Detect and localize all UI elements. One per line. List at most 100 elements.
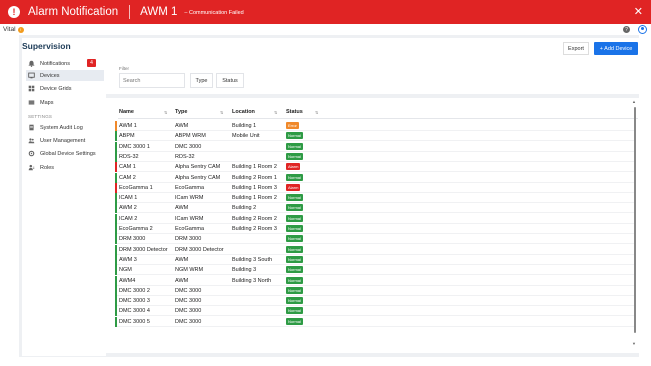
status-badge: Alarm	[286, 183, 301, 191]
sidebar-item-user-management[interactable]: User Management	[26, 135, 104, 146]
scrollbar-thumb[interactable]	[634, 107, 636, 333]
table-row[interactable]: DMC 3000 2 DMC 3000 Normal	[115, 285, 635, 296]
cell-type: ABPM WRM	[175, 133, 206, 140]
sidebar-item-notifications[interactable]: Notifications 4	[26, 58, 104, 69]
user-account-icon[interactable]	[638, 25, 647, 34]
status-badge: Normal	[286, 214, 303, 222]
scroll-up-arrow-icon[interactable]: ▲	[632, 99, 636, 104]
cell-name: ABPM	[119, 133, 135, 140]
cell-name: DMC 3000 1	[119, 143, 150, 150]
filter-label: Filter	[119, 66, 129, 71]
status-badge: Normal	[286, 276, 303, 284]
status-badge: Normal	[286, 266, 303, 274]
sort-icon[interactable]: ⇅	[315, 110, 318, 115]
cell-type: EcoGamma	[175, 184, 205, 191]
table-row[interactable]: RDS-32 RDS-32 Normal	[115, 151, 635, 162]
users-icon	[28, 137, 35, 144]
add-device-button[interactable]: + Add Device	[594, 42, 638, 55]
notification-count-badge: 4	[87, 59, 96, 67]
status-accent-bar	[115, 316, 117, 327]
table-row[interactable]: ABPM ABPM WRM Mobile Unit Normal	[115, 131, 635, 142]
table-row[interactable]: AWM 3 AWM Building 3 South Normal	[115, 254, 635, 265]
cell-type: DMC 3000	[175, 318, 202, 325]
status-accent-bar	[115, 285, 117, 296]
help-icon[interactable]: ?	[623, 26, 630, 33]
sidebar-item-system-audit-log[interactable]: System Audit Log	[26, 122, 104, 133]
cell-location: Building 2 Room 1	[232, 174, 277, 181]
table-row[interactable]: EcoGamma 2 EcoGamma Building 2 Room 3 Norma…	[115, 224, 635, 234]
cell-type: DRM 3000 Detector	[175, 246, 224, 253]
column-header-label: Location	[232, 109, 255, 115]
sidebar-item-global-device-settings[interactable]: Global Device Settings	[26, 148, 104, 159]
sidebar-item-label: Maps	[40, 99, 54, 106]
cell-type: AWM	[175, 123, 189, 129]
scroll-down-arrow-icon[interactable]: ▼	[632, 341, 636, 346]
column-header-location[interactable]: Location	[232, 109, 255, 115]
table-row[interactable]: AWM 1 AWM Building 1 Error	[115, 121, 635, 131]
table-row[interactable]: ICAM 2 ICam WRM Building 2 Room 2 Normal	[115, 213, 635, 224]
cell-name: DRM 3000	[119, 236, 146, 243]
sort-icon[interactable]: ⇅	[164, 110, 167, 115]
column-header-status[interactable]: Status	[286, 109, 303, 115]
cell-location: Building 1	[232, 123, 257, 129]
table-row[interactable]: NGM NGM WRM Building 3 Normal	[115, 265, 635, 276]
status-accent-bar	[115, 234, 117, 245]
sort-icon[interactable]: ⇅	[274, 110, 277, 115]
status-accent-bar	[115, 193, 117, 204]
devices-table: Name ⇅ Type ⇅ Location ⇅ Status ⇅ AWM 1A…	[106, 98, 639, 353]
app-name: Vital	[3, 26, 16, 33]
status-accent-bar	[115, 141, 117, 152]
cell-name: ICAM 1	[119, 195, 138, 202]
table-row[interactable]: CAM 1 Alpha Sentry CAM Building 1 Room 2 Al…	[115, 162, 635, 173]
gear-icon	[28, 150, 35, 157]
status-filter-button[interactable]: Status	[216, 73, 244, 88]
column-header-name[interactable]: Name	[119, 109, 134, 115]
status-accent-bar	[115, 151, 117, 162]
sidebar-item-device-grids[interactable]: Device Grids	[26, 83, 104, 94]
sidebar-item-roles[interactable]: Roles	[26, 162, 104, 173]
column-header-label: Name	[119, 109, 134, 115]
cell-name: DMC 3000 5	[119, 318, 150, 325]
table-row[interactable]: DMC 3000 4 DMC 3000 Normal	[115, 306, 635, 317]
alert-icon: !	[8, 6, 20, 18]
sidebar-item-maps[interactable]: Maps	[26, 97, 104, 108]
table-row[interactable]: ICAM 1 ICam WRM Building 1 Room 2 Normal	[115, 193, 635, 204]
table-row[interactable]: AWM4 AWM Building 3 North Normal	[115, 275, 635, 286]
table-row[interactable]: DMC 3000 1 DMC 3000 Normal	[115, 141, 635, 152]
warning-badge-icon[interactable]: !	[17, 26, 24, 33]
status-badge: Normal	[286, 152, 303, 160]
table-row[interactable]: DRM 3000 Detector DRM 3000 Detector Normal	[115, 244, 635, 255]
cell-type: AWM	[175, 205, 189, 212]
status-accent-bar	[115, 224, 117, 234]
type-filter-button[interactable]: Type	[190, 73, 213, 88]
close-icon[interactable]: ✕	[634, 5, 643, 18]
status-badge: Normal	[286, 204, 303, 212]
status-badge: Normal	[286, 225, 303, 232]
table-row[interactable]: EcoGamma 1 EcoGamma Building 1 Room 3 Alarm	[115, 182, 635, 193]
sidebar-title: Supervision	[22, 41, 71, 51]
cell-type: EcoGamma	[175, 226, 205, 232]
document-icon	[28, 124, 35, 131]
cell-type: Alpha Sentry CAM	[175, 174, 221, 181]
status-badge: Normal	[286, 245, 303, 253]
search-input[interactable]	[119, 73, 185, 88]
table-row[interactable]: AWM 2 AWM Building 2 Normal	[115, 203, 635, 214]
cell-location: Building 1 Room 3	[232, 184, 277, 191]
column-header-type[interactable]: Type	[175, 109, 187, 115]
app-header: Vital ! ?	[0, 24, 651, 35]
export-button[interactable]: Export	[563, 42, 589, 55]
table-row[interactable]: CAM 2 Alpha Sentry CAM Building 2 Room 1 No…	[115, 172, 635, 183]
cell-location: Building 1 Room 2	[232, 195, 277, 202]
status-accent-bar	[115, 162, 117, 173]
sidebar: Supervision Notifications 4 Devices Devi…	[22, 38, 106, 356]
sort-icon[interactable]: ⇅	[220, 110, 223, 115]
alarm-message: – Communication Failed	[184, 9, 244, 16]
map-icon	[28, 99, 35, 106]
sidebar-item-devices[interactable]: Devices	[26, 70, 104, 81]
alarm-device-name[interactable]: AWM 1	[140, 6, 177, 18]
table-row[interactable]: DMC 3000 3 DMC 3000 Normal	[115, 296, 635, 307]
cell-name: DMC 3000 3	[119, 298, 150, 305]
column-header-label: Type	[175, 109, 188, 115]
table-row[interactable]: DRM 3000 DRM 3000 Normal	[115, 234, 635, 245]
table-row[interactable]: DMC 3000 5 DMC 3000 Normal	[115, 316, 635, 327]
